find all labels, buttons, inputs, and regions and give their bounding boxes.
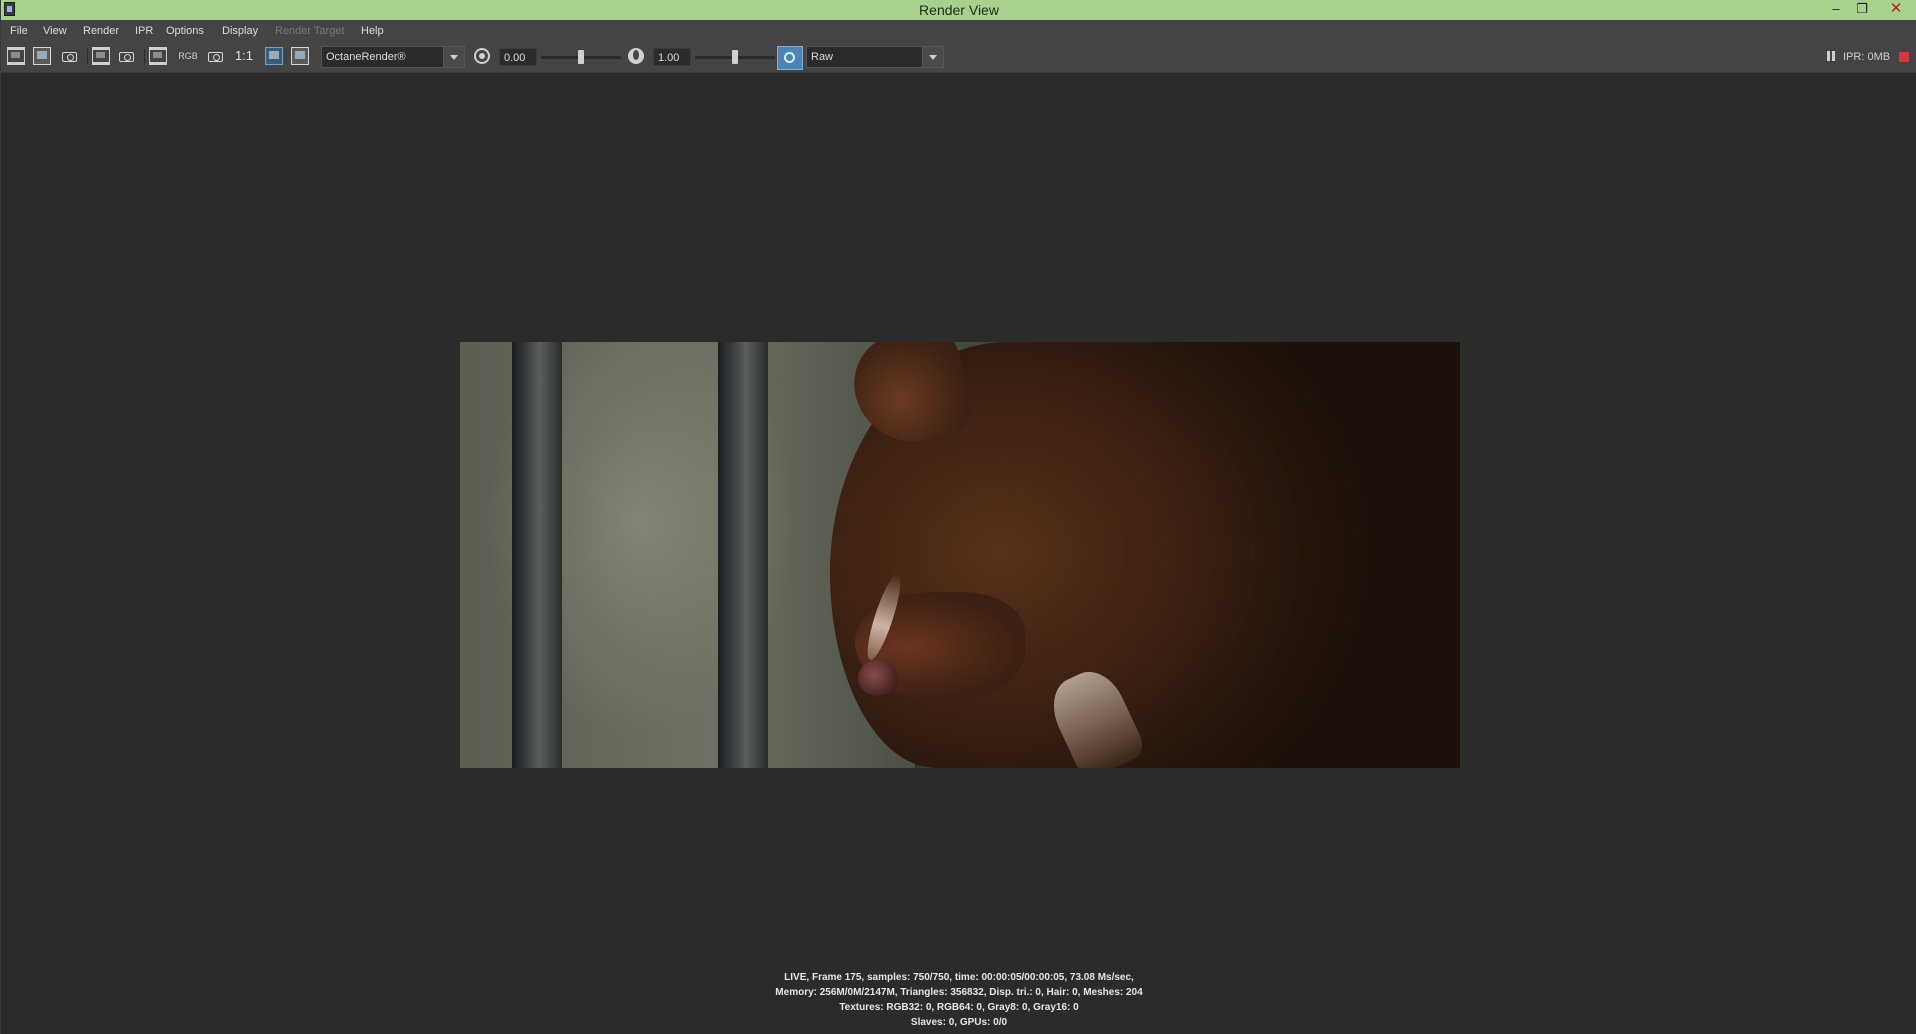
gamma-slider-handle[interactable] <box>732 50 738 64</box>
render-frame-icon[interactable] <box>7 47 25 65</box>
status-line: Slaves: 0, GPUs: 0/0 <box>910 1017 1008 1028</box>
chevron-down-icon <box>443 47 464 67</box>
toolbar: RGB 1:1 OctaneRender® 0.00 1.00 Raw IPR:… <box>1 42 1916 73</box>
render-status: LIVE, Frame 175, samples: 750/750, time:… <box>1 970 1916 1030</box>
menu-ipr[interactable]: IPR <box>135 20 153 42</box>
menu-render[interactable]: Render <box>83 20 119 42</box>
gamma-icon[interactable] <box>628 48 644 64</box>
toolbar-separator <box>87 49 88 65</box>
window-title: Render View <box>919 2 999 18</box>
menu-bar: File View Render IPR Options Display Ren… <box>1 20 1916 42</box>
camera-icon[interactable] <box>61 47 79 65</box>
gamma-input[interactable]: 1.00 <box>653 48 691 66</box>
ipr-refresh-icon[interactable] <box>118 47 136 65</box>
rgb-channel-icon[interactable]: RGB <box>177 47 199 65</box>
remove-image-icon[interactable] <box>291 47 309 65</box>
stop-icon[interactable] <box>1899 52 1909 62</box>
render-region-icon[interactable] <box>92 47 110 65</box>
pause-icon[interactable] <box>1827 51 1835 61</box>
ipr-memory-label: IPR: 0MB <box>1843 51 1891 63</box>
menu-view[interactable]: View <box>43 20 67 42</box>
menu-options[interactable]: Options <box>166 20 204 42</box>
gamma-slider[interactable] <box>695 50 775 64</box>
close-button[interactable]: ✕ <box>1883 0 1909 18</box>
render-image <box>460 342 1460 768</box>
cage-bar <box>718 342 768 768</box>
exposure-slider[interactable] <box>541 50 621 64</box>
color-space-select-value: Raw <box>811 51 834 63</box>
minimize-button[interactable]: – <box>1823 0 1849 18</box>
restore-button[interactable]: ❐ <box>1849 0 1875 18</box>
color-space-select[interactable]: Raw <box>806 46 944 68</box>
alpha-icon[interactable] <box>207 47 225 65</box>
status-line: LIVE, Frame 175, samples: 750/750, time:… <box>784 972 1134 983</box>
status-line: Textures: RGB32: 0, RGB64: 0, Gray8: 0, … <box>839 1002 1079 1013</box>
menu-display[interactable]: Display <box>222 20 258 42</box>
renderer-select[interactable]: OctaneRender® <box>321 46 465 68</box>
title-bar: Render View – ❐ ✕ <box>1 0 1916 20</box>
exposure-input[interactable]: 0.00 <box>499 48 537 66</box>
menu-file[interactable]: File <box>10 20 28 42</box>
render-viewport[interactable]: LIVE, Frame 175, samples: 750/750, time:… <box>1 73 1916 1034</box>
menu-help[interactable]: Help <box>361 20 384 42</box>
frame-image-icon[interactable] <box>265 47 283 65</box>
real-size-icon[interactable]: 1:1 <box>231 47 257 65</box>
status-line: Memory: 256M/0M/2147M, Triangles: 356832… <box>775 987 1143 998</box>
keep-image-icon[interactable] <box>149 47 167 65</box>
color-management-icon[interactable] <box>777 46 803 70</box>
menu-render-target: Render Target <box>275 25 345 37</box>
snapshot-icon[interactable] <box>33 47 51 65</box>
cage-bar <box>512 342 562 768</box>
chevron-down-icon <box>922 47 943 67</box>
toolbar-separator <box>144 49 145 65</box>
exposure-icon[interactable] <box>474 48 490 64</box>
dog-nose <box>858 660 898 696</box>
render-view-window: Render View – ❐ ✕ File View Render IPR O… <box>0 0 1916 1034</box>
renderer-select-value: OctaneRender® <box>326 51 406 63</box>
exposure-slider-handle[interactable] <box>578 50 584 64</box>
